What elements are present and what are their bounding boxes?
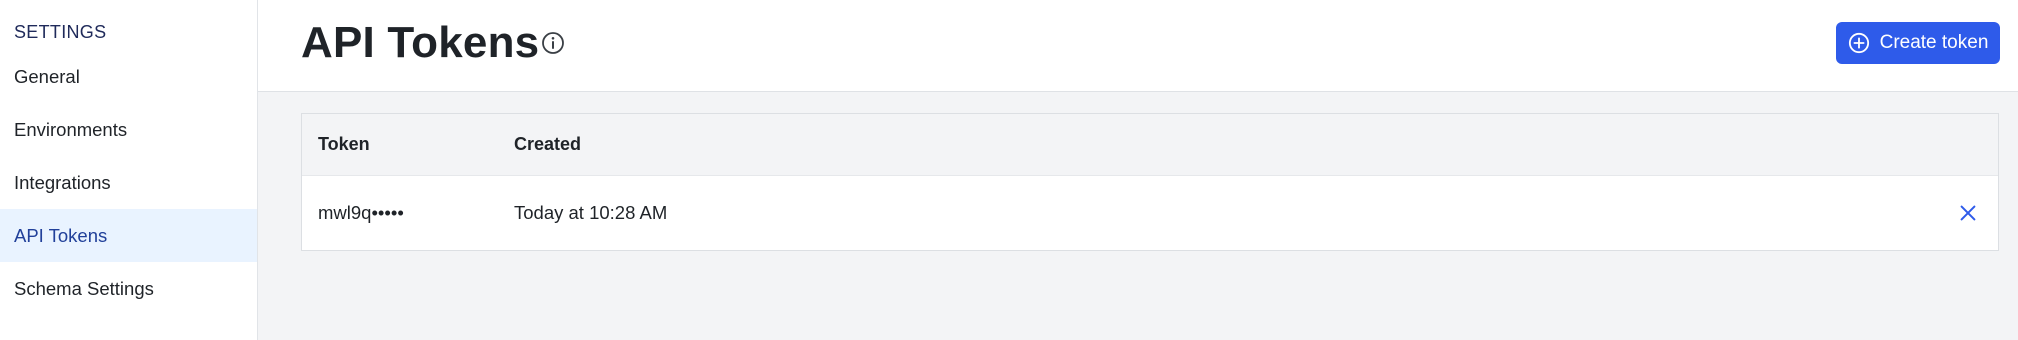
token-value: mwl9q••••• xyxy=(318,202,404,223)
column-header-token: Token xyxy=(318,134,370,154)
sidebar-item-environments[interactable]: Environments xyxy=(0,103,257,156)
tokens-table: Token Created mwl9q••••• Today at 10:28 … xyxy=(301,113,1999,251)
app-root: SETTINGS General Environments Integratio… xyxy=(0,0,2018,340)
sidebar-item-label: Integrations xyxy=(14,171,111,193)
sidebar-item-label: Schema Settings xyxy=(14,277,154,299)
create-token-label: Create token xyxy=(1879,32,1989,53)
create-token-button[interactable]: Create token xyxy=(1836,22,2000,64)
token-created: Today at 10:28 AM xyxy=(514,202,668,223)
page-title: API Tokens xyxy=(301,18,540,67)
column-header-created: Created xyxy=(514,134,582,154)
sidebar-item-label: Environments xyxy=(14,118,128,140)
table-header-row: Token Created xyxy=(302,114,1998,175)
sidebar-item-label: General xyxy=(14,65,80,87)
sidebar-heading: SETTINGS xyxy=(14,22,107,42)
sidebar-item-integrations[interactable]: Integrations xyxy=(0,156,257,209)
page-header: API Tokens Create token xyxy=(258,0,2018,92)
info-circle-icon[interactable] xyxy=(541,31,565,55)
sidebar-item-api-tokens[interactable]: API Tokens xyxy=(0,209,257,262)
sidebar-item-schema-settings[interactable]: Schema Settings xyxy=(0,262,257,315)
sidebar-item-label: API Tokens xyxy=(14,224,108,246)
plus-circle-icon xyxy=(1848,32,1869,54)
close-icon[interactable] xyxy=(1957,202,1979,224)
sidebar-item-general[interactable]: General xyxy=(0,50,257,103)
row-actions xyxy=(1938,202,1998,224)
table-row: mwl9q••••• Today at 10:28 AM xyxy=(302,175,1998,250)
main-content: API Tokens Create token Token Created mw… xyxy=(258,0,2018,340)
settings-sidebar: SETTINGS General Environments Integratio… xyxy=(0,0,258,340)
